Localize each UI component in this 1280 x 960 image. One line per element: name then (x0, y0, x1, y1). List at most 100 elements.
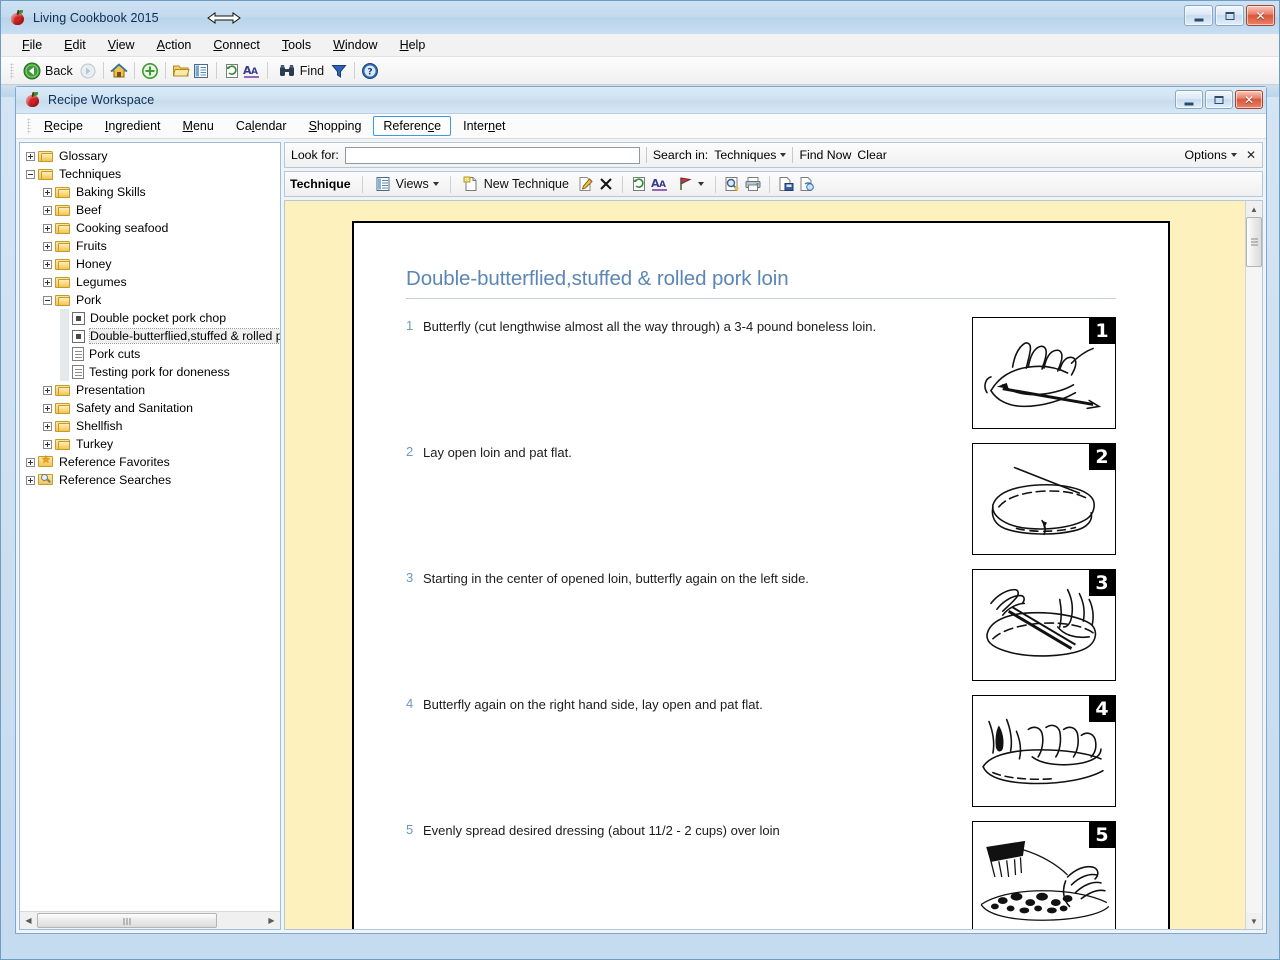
tree-node[interactable]: Fruits (26, 237, 280, 255)
search-input[interactable] (344, 146, 640, 164)
tab-recipe[interactable]: Recipe (34, 116, 93, 136)
expand-icon[interactable] (43, 241, 52, 251)
close-button[interactable]: ✕ (1246, 5, 1275, 26)
expand-icon[interactable] (43, 385, 52, 395)
preview-icon[interactable] (723, 175, 741, 193)
find-button[interactable]: Find (274, 60, 328, 82)
expand-icon[interactable] (43, 439, 52, 449)
tree-node[interactable]: Cooking seafood (26, 219, 280, 237)
options-dropdown[interactable]: Options (1185, 148, 1237, 162)
expand-icon[interactable] (26, 475, 35, 485)
tree-node[interactable]: Presentation (26, 381, 280, 399)
tree-node[interactable]: Beef (26, 201, 280, 219)
forward-arrow-icon[interactable] (79, 62, 97, 80)
child-minimize-button[interactable] (1175, 90, 1203, 109)
tree-node[interactable]: Pork cuts (26, 345, 280, 363)
expand-icon[interactable] (43, 205, 52, 215)
tree-node[interactable]: Glossary (26, 147, 280, 165)
expand-icon[interactable] (43, 421, 52, 431)
menu-connect[interactable]: Connect (202, 36, 271, 54)
search-in-dropdown[interactable]: Techniques (714, 148, 787, 162)
close-findbar-icon[interactable]: ✕ (1246, 148, 1256, 162)
tree-node[interactable]: Legumes (26, 273, 280, 291)
scroll-left-arrow[interactable]: ◀ (20, 913, 37, 928)
expand-icon[interactable] (43, 187, 52, 197)
tree-node[interactable]: Safety and Sanitation (26, 399, 280, 417)
maximize-button[interactable] (1215, 5, 1244, 26)
tree-node[interactable]: Pork (26, 291, 280, 309)
font-icon[interactable]: A A (243, 62, 261, 80)
tab-ingredient[interactable]: Ingredient (95, 116, 171, 136)
tab-reference[interactable]: Reference (373, 116, 452, 136)
minimize-button[interactable] (1184, 5, 1213, 26)
open-folder-icon[interactable] (172, 62, 190, 80)
vscroll-track[interactable] (1246, 217, 1262, 913)
apple-icon (25, 92, 41, 108)
collapse-icon[interactable] (26, 169, 35, 179)
collapse-icon[interactable] (43, 295, 52, 305)
spellcheck-icon[interactable]: A A (651, 175, 669, 193)
refresh-page-icon[interactable] (223, 62, 241, 80)
menu-edit[interactable]: Edit (53, 36, 97, 54)
expand-icon[interactable] (26, 151, 35, 161)
tree-node[interactable]: ★ Reference Favorites (26, 453, 280, 471)
clear-button[interactable]: Clear (857, 148, 886, 162)
filter-funnel-icon[interactable] (330, 62, 348, 80)
document-scroll-area[interactable]: Double-butterflied,stuffed & rolled pork… (285, 201, 1245, 929)
tabs-grip[interactable] (27, 118, 31, 134)
new-technique-button[interactable]: New Technique (458, 173, 573, 195)
find-now-button[interactable]: Find Now (799, 148, 851, 162)
scroll-track[interactable] (37, 913, 263, 928)
menu-tools[interactable]: Tools (271, 36, 322, 54)
expand-icon[interactable] (43, 277, 52, 287)
vscroll-thumb[interactable] (1246, 217, 1262, 267)
step-badge: 2 (1089, 444, 1115, 470)
book-icon[interactable] (192, 62, 210, 80)
edit-pencil-icon[interactable] (576, 175, 594, 193)
scroll-thumb[interactable] (37, 913, 217, 928)
expand-icon[interactable] (43, 259, 52, 269)
tree-node[interactable]: Double pocket pork chop (26, 309, 280, 327)
tree-node-label: Shellfish (76, 419, 123, 433)
views-button[interactable]: Views (370, 173, 443, 195)
tree-node[interactable]: Techniques (26, 165, 280, 183)
tree-node[interactable]: Honey (26, 255, 280, 273)
tab-menu[interactable]: Menu (173, 116, 224, 136)
tab-calendar[interactable]: Calendar (226, 116, 297, 136)
menu-file[interactable]: File (11, 36, 53, 54)
expand-icon[interactable] (26, 457, 35, 467)
tree-node[interactable]: Shellfish (26, 417, 280, 435)
document-vertical-scrollbar[interactable]: ▲ ▼ (1245, 201, 1262, 929)
flag-button[interactable] (672, 173, 708, 195)
scroll-right-arrow[interactable]: ▶ (263, 913, 280, 928)
reference-tree[interactable]: Glossary Techniques Baking Skills Beef Cooki… (20, 143, 280, 911)
tree-horizontal-scrollbar[interactable]: ◀ ▶ (20, 911, 280, 929)
back-button[interactable]: Back (19, 60, 77, 82)
toolbar-grip[interactable] (10, 62, 14, 79)
publish-icon[interactable] (798, 175, 816, 193)
tree-node[interactable]: Turkey (26, 435, 280, 453)
tree-node[interactable]: Baking Skills (26, 183, 280, 201)
child-close-button[interactable]: ✕ (1235, 90, 1263, 109)
child-maximize-button[interactable] (1205, 90, 1233, 109)
menu-window[interactable]: Window (322, 36, 388, 54)
expand-icon[interactable] (43, 403, 52, 413)
tab-internet[interactable]: Internet (453, 116, 515, 136)
tree-node[interactable]: Double-butterflied,stuffed & rolled pork… (26, 327, 280, 345)
menu-help[interactable]: Help (389, 36, 437, 54)
expand-icon[interactable] (43, 223, 52, 233)
tree-node[interactable]: Reference Searches (26, 471, 280, 489)
home-icon[interactable] (110, 62, 128, 80)
export-icon[interactable] (777, 175, 795, 193)
tab-shopping[interactable]: Shopping (299, 116, 372, 136)
scroll-up-arrow[interactable]: ▲ (1246, 201, 1262, 217)
refresh-icon[interactable] (630, 175, 648, 193)
menu-view[interactable]: View (97, 36, 146, 54)
tree-node[interactable]: Testing pork for doneness (26, 363, 280, 381)
scroll-down-arrow[interactable]: ▼ (1246, 913, 1262, 929)
help-circle-icon[interactable]: ? (361, 62, 379, 80)
delete-x-icon[interactable] (597, 175, 615, 193)
print-icon[interactable] (744, 175, 762, 193)
menu-action[interactable]: Action (146, 36, 203, 54)
add-circle-icon[interactable] (141, 62, 159, 80)
